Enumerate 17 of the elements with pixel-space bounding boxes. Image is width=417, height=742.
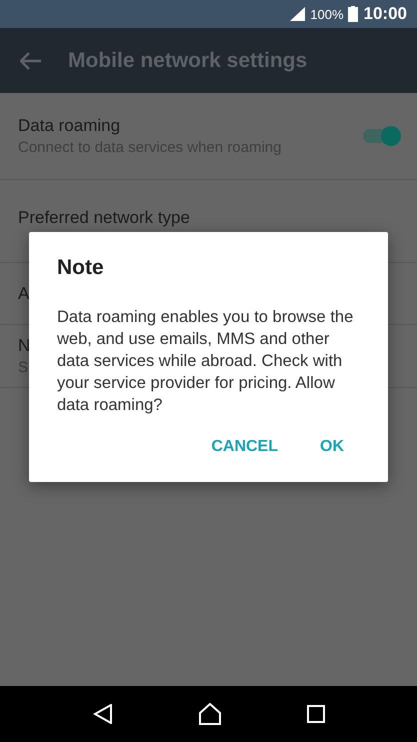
- setting-title[interactable]: A: [18, 284, 30, 304]
- screen-title: Mobile network settings: [68, 48, 308, 72]
- dialog-button[interactable]: CANCEL: [201, 432, 288, 462]
- dialog-message: Data roaming enables you to browse the web, and use emails, MMS and other data services while abroad. Check with your service provider for pricing. Allow data roaming?: [57, 307, 354, 416]
- setting-title[interactable]: Preferred network type: [18, 208, 190, 228]
- setting-title[interactable]: N: [18, 336, 30, 356]
- signal-icon: [290, 7, 306, 21]
- back-arrow-icon[interactable]: [20, 52, 42, 70]
- battery-percent: 100%: [310, 6, 344, 22]
- back-icon[interactable]: [92, 704, 112, 724]
- home-icon[interactable]: [198, 703, 222, 725]
- recents-icon[interactable]: [306, 705, 324, 723]
- battery-icon: [348, 6, 358, 22]
- dialog-button[interactable]: OK: [310, 432, 354, 462]
- clock: 10:00: [364, 4, 407, 24]
- dialog-title: Note: [57, 256, 105, 280]
- setting-title[interactable]: Data roaming: [18, 116, 120, 136]
